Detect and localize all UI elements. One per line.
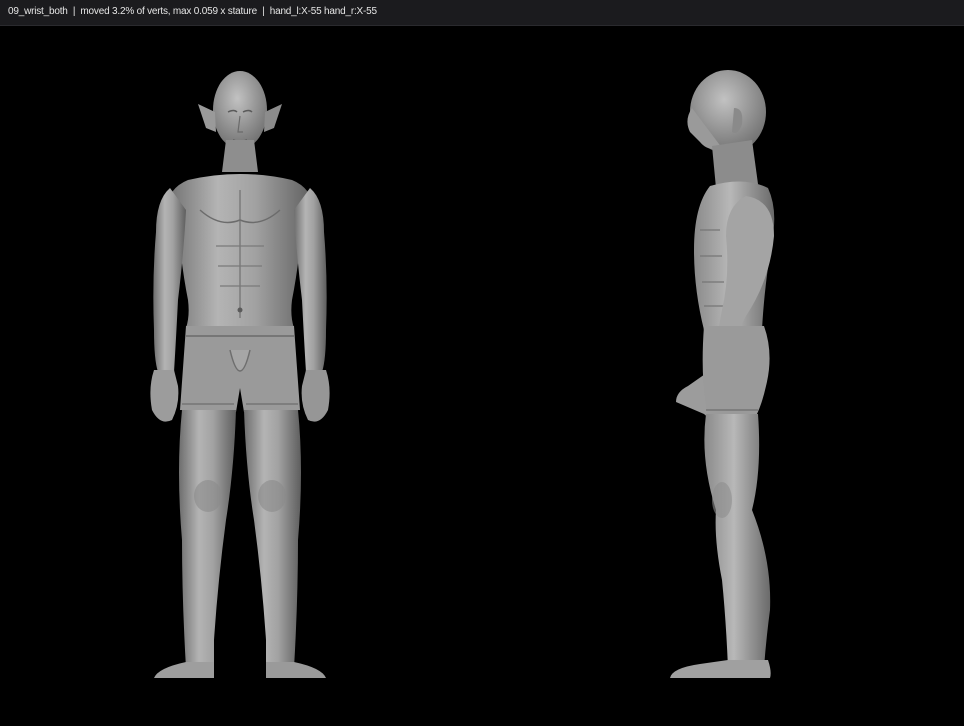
moved-stats: moved 3.2% of verts, max 0.059 x stature <box>80 6 257 17</box>
render-scene <box>150 70 775 678</box>
side-foot <box>670 660 771 678</box>
front-left-foot <box>154 662 214 678</box>
front-left-leg <box>179 410 236 668</box>
front-left-arm <box>153 188 186 372</box>
hand-params: hand_l:X-55 hand_r:X-55 <box>269 6 377 17</box>
render-name: 09_wrist_both <box>8 6 68 17</box>
front-right-leg <box>244 410 301 668</box>
separator: | <box>72 6 76 17</box>
info-bar: 09_wrist_both | moved 3.2% of verts, max… <box>0 0 964 26</box>
side-leg <box>704 414 771 668</box>
front-right-hand <box>301 370 330 422</box>
front-view <box>150 71 330 678</box>
render-viewport: 09_wrist_both | moved 3.2% of verts, max… <box>0 0 964 726</box>
separator: | <box>262 6 265 17</box>
side-neck <box>712 140 758 188</box>
front-left-hand <box>150 370 179 422</box>
front-right-arm <box>294 188 327 372</box>
front-head <box>213 71 267 149</box>
front-neck <box>222 140 258 172</box>
info-text: 09_wrist_both | moved 3.2% of verts, max… <box>8 6 377 17</box>
side-shorts <box>702 326 770 416</box>
side-view <box>670 70 775 678</box>
front-right-foot <box>266 662 326 678</box>
